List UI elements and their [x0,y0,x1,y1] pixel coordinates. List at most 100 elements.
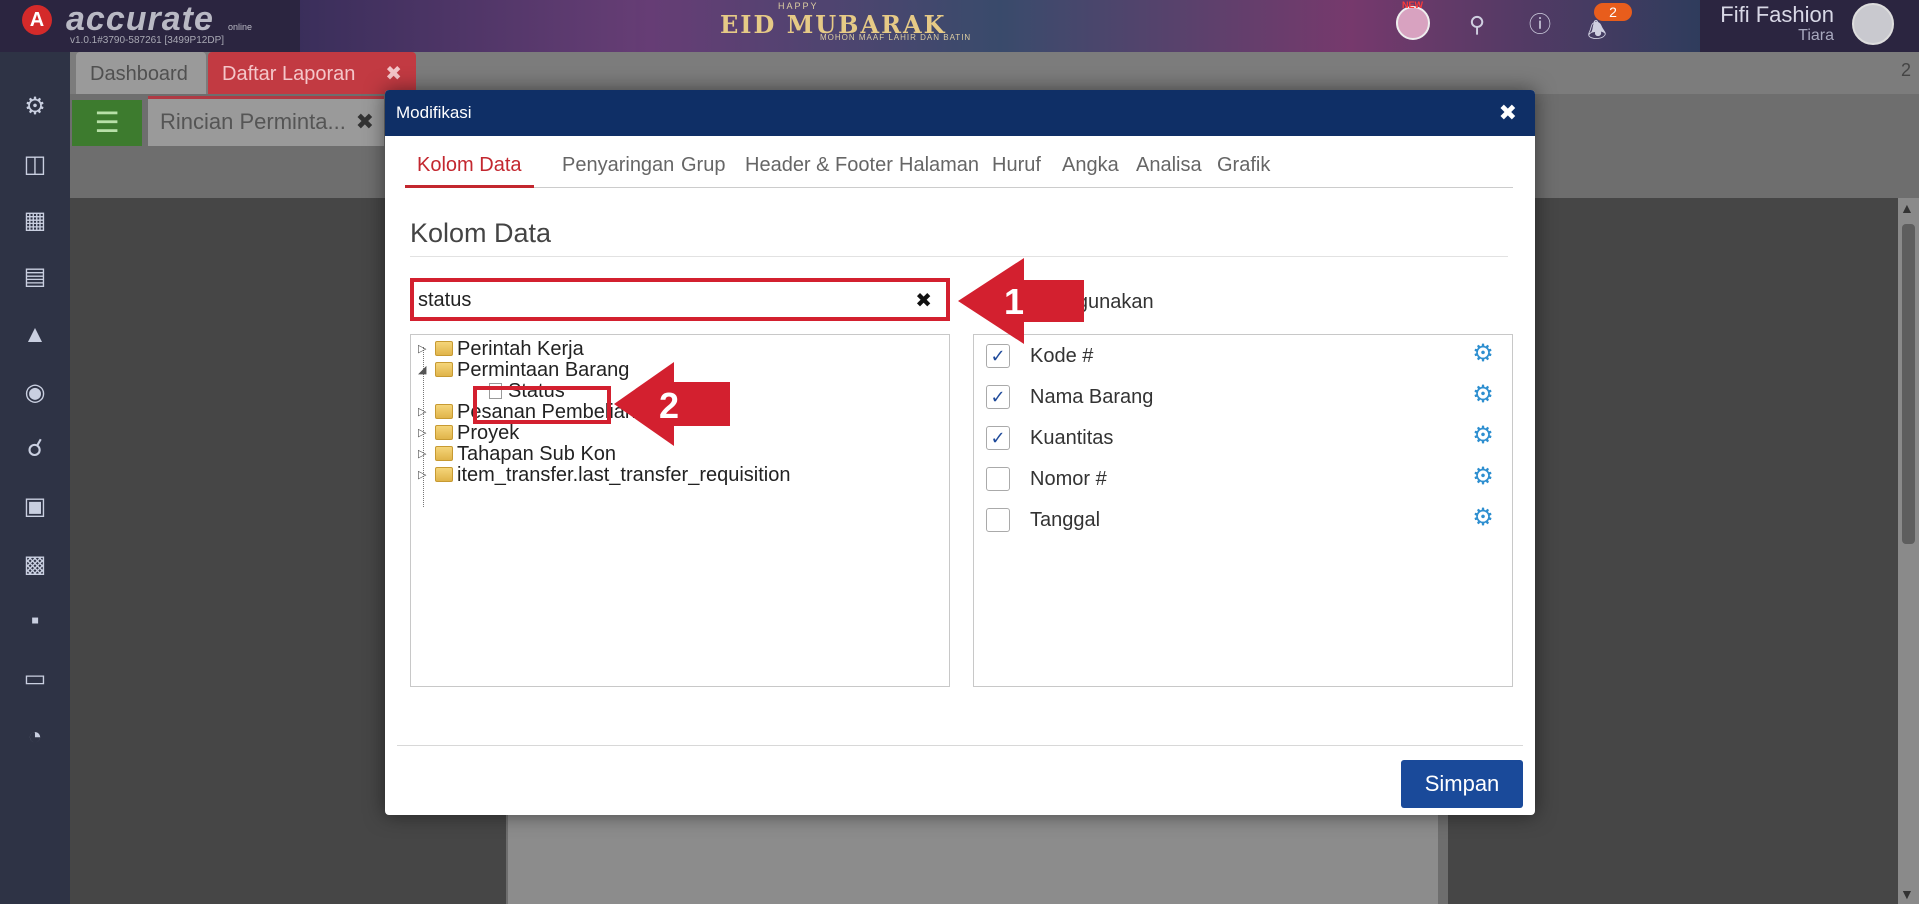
tab-analisa[interactable]: Analisa [1124,148,1214,188]
search-field[interactable]: ✖ [410,278,950,321]
gear-icon[interactable]: ⚙ [1470,341,1496,367]
expand-icon[interactable]: ▷ [418,342,426,355]
help-icon[interactable]: ⓘ [1525,10,1555,40]
dialog-tabs: Kolom Data Penyaringan Grup Header & Foo… [405,148,1513,188]
tree-node-label: Perintah Kerja [457,338,584,360]
clear-search-icon[interactable]: ✖ [915,288,932,313]
column-checkbox[interactable] [986,467,1010,491]
dialog-title: Modifikasi [396,103,472,122]
report-chart-icon[interactable]: ◔ [18,720,52,754]
trolley-icon[interactable]: ▣ [18,490,52,524]
expand-icon[interactable]: ▷ [418,468,426,481]
app-logo[interactable]: A accurate online v1.0.1#3790-587261 [34… [0,0,300,52]
building-icon[interactable]: ▦ [18,204,52,238]
gear-icon[interactable]: ⚙ [18,90,52,124]
column-row: ✓ Kuantitas ⚙ [986,423,1496,453]
logo-text: accurate [66,0,214,38]
gear-icon[interactable]: ⚙ [1470,464,1496,490]
folder-icon [435,446,453,461]
divider [397,745,1523,746]
avatar[interactable] [1852,3,1894,45]
close-icon[interactable]: ✖ [356,109,374,135]
subtab-label: Rincian Perminta... [160,109,346,134]
bank-icon[interactable]: ▲ [18,318,52,352]
banner-subtitle: MOHON MAAF LAHIR DAN BATIN [820,33,972,42]
folder-icon [435,341,453,356]
tab-huruf[interactable]: Huruf [980,148,1053,188]
column-label: Kode # [1030,345,1094,367]
column-row: Nomor # ⚙ [986,464,1496,494]
logo-icon: A [22,5,52,35]
money-bag-icon[interactable]: ◉ [18,376,52,410]
modifikasi-dialog: Modifikasi ✖ Kolom Data Penyaringan Grup… [385,90,1535,815]
column-label: Nomor # [1030,468,1107,490]
expand-icon[interactable]: ▷ [418,426,426,439]
tree-node-label: Permintaan Barang [457,359,630,381]
save-button[interactable]: Simpan [1401,760,1523,808]
close-icon[interactable]: ✖ [1499,100,1517,126]
tab-daftar-laporan[interactable]: Daftar Laporan ✖ [208,52,416,94]
tree-node-label: item_transfer.last_transfer_requisition [457,464,791,486]
new-label: NEW [1402,0,1423,10]
status-highlight-box [473,386,611,424]
tab-grup[interactable]: Grup [669,148,737,188]
factory-icon[interactable]: ▩ [18,548,52,582]
tree-node[interactable]: Tahapan Sub Kon [435,443,616,466]
column-label: Nama Barang [1030,386,1154,408]
gear-icon[interactable]: ⚙ [1470,382,1496,408]
tab-halaman[interactable]: Halaman [887,148,991,188]
tree-node[interactable]: item_transfer.last_transfer_requisition [435,464,791,487]
tab-dashboard[interactable]: Dashboard [76,52,206,94]
folder-icon [435,362,453,377]
used-columns-list: ✓ Kode # ⚙ ✓ Nama Barang ⚙ ✓ Kuantitas ⚙… [973,334,1513,687]
app-version: v1.0.1#3790-587261 [3499P12DP] [70,35,225,46]
tab-label: Daftar Laporan [222,63,356,85]
search-input[interactable] [418,286,878,314]
tab-kolom-data[interactable]: Kolom Data [405,148,534,188]
tab-rincian-permintaan[interactable]: Rincian Perminta... ✖ [148,96,384,146]
vertical-scrollbar[interactable]: ▲ ▼ [1898,198,1919,904]
column-checkbox[interactable]: ✓ [986,426,1010,450]
column-row: ✓ Kode # ⚙ [986,341,1496,371]
scroll-up-icon[interactable]: ▲ [1900,200,1914,216]
user-name: Tiara [1798,27,1834,44]
tab-count[interactable]: 2 [1901,60,1911,81]
column-checkbox[interactable]: ✓ [986,344,1010,368]
list-menu-button[interactable]: ☰ [72,100,142,146]
tree-node-label: Tahapan Sub Kon [457,443,617,465]
annotation-label: 1 [1004,281,1025,322]
section-title: Kolom Data [410,218,552,248]
main-tabs: Dashboard Daftar Laporan ✖ 2 [70,52,1919,94]
tab-header-footer[interactable]: Header & Footer [733,148,905,188]
scroll-down-icon[interactable]: ▼ [1900,886,1914,902]
expand-icon[interactable]: ▷ [418,447,426,460]
column-row: Tanggal ⚙ [986,505,1496,535]
column-checkbox[interactable] [986,508,1010,532]
column-checkbox[interactable]: ✓ [986,385,1010,409]
tab-penyaringan[interactable]: Penyaringan [550,148,686,188]
collapse-icon[interactable]: ◢ [418,363,426,376]
tab-grafik[interactable]: Grafik [1205,148,1282,188]
tab-label: Dashboard [90,63,188,85]
expand-icon[interactable]: ▷ [418,405,426,418]
gear-icon[interactable]: ⚙ [1470,505,1496,531]
book-icon[interactable]: ▤ [18,260,52,294]
folder-icon [435,425,453,440]
column-label: Kuantitas [1030,427,1114,449]
new-feature-icon[interactable] [1396,6,1430,40]
tree-node[interactable]: Permintaan Barang [435,359,629,382]
tree-node[interactable]: Perintah Kerja [435,338,584,361]
tab-angka[interactable]: Angka [1050,148,1131,188]
cashier-icon[interactable]: ◫ [18,148,52,182]
column-row: ✓ Nama Barang ⚙ [986,382,1496,412]
dialog-header: Modifikasi ✖ [385,90,1535,136]
scroll-thumb[interactable] [1902,224,1915,544]
gear-icon[interactable]: ⚙ [1470,423,1496,449]
logo-online: online [228,22,253,32]
cart-icon[interactable]: ☌ [18,432,52,466]
tax-icon[interactable]: ▭ [18,662,52,696]
conveyor-icon[interactable]: ▪ [18,604,52,638]
tree-node[interactable]: Proyek [435,422,519,445]
notification-badge: 2 [1594,3,1632,21]
search-icon[interactable]: ⚲ [1462,10,1492,40]
